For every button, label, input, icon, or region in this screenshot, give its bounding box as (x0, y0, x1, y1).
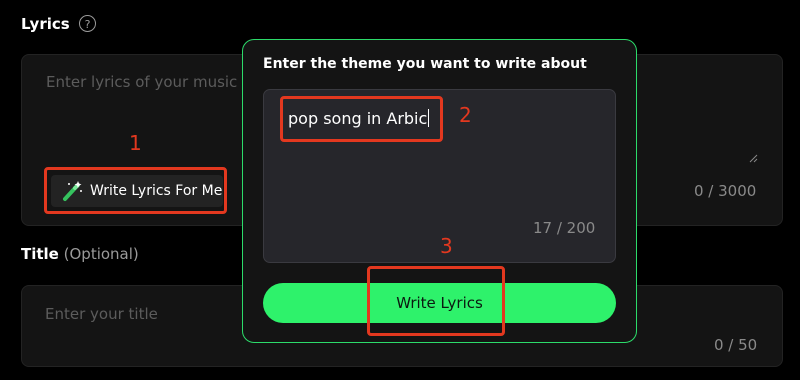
lyrics-placeholder: Enter lyrics of your music (46, 73, 238, 91)
annotation-box-1 (44, 167, 227, 214)
annotation-number-2: 2 (459, 103, 472, 127)
title-label: Title (Optional) (21, 245, 139, 263)
title-placeholder: Enter your title (45, 305, 158, 323)
lyrics-label: Lyrics (21, 15, 70, 33)
annotation-box-3 (367, 266, 505, 336)
annotation-box-2 (280, 96, 443, 142)
lyrics-char-counter: 0 / 3000 (694, 182, 757, 200)
theme-char-counter: 17 / 200 (533, 219, 596, 237)
annotation-number-1: 1 (129, 131, 142, 155)
question-circle-icon[interactable]: ? (79, 15, 96, 32)
resize-handle-icon[interactable] (749, 154, 758, 163)
annotation-number-3: 3 (440, 234, 453, 258)
theme-popup-heading: Enter the theme you want to write about (263, 56, 587, 72)
title-char-counter: 0 / 50 (714, 336, 758, 354)
